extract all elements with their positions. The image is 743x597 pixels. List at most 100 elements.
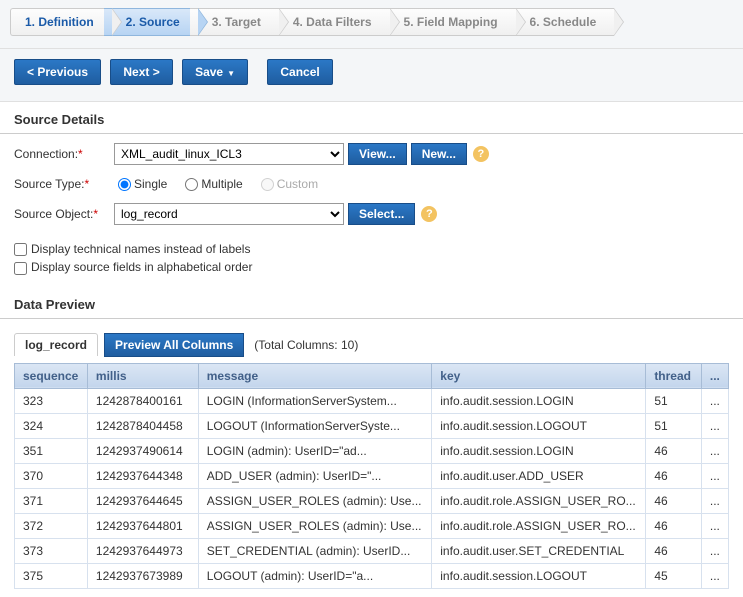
next-button[interactable]: Next > xyxy=(110,59,172,85)
cell-more: ... xyxy=(701,463,728,488)
technical-names-label: Display technical names instead of label… xyxy=(31,242,250,256)
cell-thread: 46 xyxy=(646,538,701,563)
source-type-custom-radio xyxy=(261,178,274,191)
table-row[interactable]: 3511242937490614LOGIN (admin): UserID="a… xyxy=(15,438,729,463)
cell-thread: 46 xyxy=(646,513,701,538)
step-label: 6. Schedule xyxy=(530,15,597,29)
table-header-row: sequence millis message key thread ... xyxy=(15,363,729,388)
cell-sequence: 371 xyxy=(15,488,88,513)
data-preview-table: sequence millis message key thread ... 3… xyxy=(14,363,729,589)
help-icon[interactable]: ? xyxy=(473,146,489,162)
table-row[interactable]: 3711242937644645ASSIGN_USER_ROLES (admin… xyxy=(15,488,729,513)
table-row[interactable]: 3731242937644973SET_CREDENTIAL (admin): … xyxy=(15,538,729,563)
cell-message: ASSIGN_USER_ROLES (admin): Use... xyxy=(198,488,432,513)
wizard-steps: 1. Definition 2. Source 3. Target 4. Dat… xyxy=(0,0,743,49)
step-label: 2. Source xyxy=(126,15,180,29)
step-label: 1. Definition xyxy=(25,15,94,29)
step-label: 4. Data Filters xyxy=(293,15,372,29)
cell-sequence: 372 xyxy=(15,513,88,538)
data-preview-toolbar: log_record Preview All Columns (Total Co… xyxy=(0,327,743,363)
cell-millis: 1242937644801 xyxy=(87,513,198,538)
table-row[interactable]: 3231242878400161LOGIN (InformationServer… xyxy=(15,388,729,413)
save-button[interactable]: Save xyxy=(182,59,248,85)
data-preview-title: Data Preview xyxy=(0,287,743,319)
cell-more: ... xyxy=(701,488,728,513)
cell-millis: 1242937644973 xyxy=(87,538,198,563)
cell-thread: 46 xyxy=(646,488,701,513)
alphabetical-order-checkbox[interactable] xyxy=(14,262,27,275)
cell-more: ... xyxy=(701,388,728,413)
cell-millis: 1242937673989 xyxy=(87,563,198,588)
cell-message: ADD_USER (admin): UserID="... xyxy=(198,463,432,488)
source-type-multiple-radio[interactable] xyxy=(185,178,198,191)
cell-sequence: 324 xyxy=(15,413,88,438)
col-more[interactable]: ... xyxy=(701,363,728,388)
cell-key: info.audit.user.ADD_USER xyxy=(432,463,646,488)
col-thread[interactable]: thread xyxy=(646,363,701,388)
step-label: 5. Field Mapping xyxy=(404,15,498,29)
cell-millis: 1242937490614 xyxy=(87,438,198,463)
source-details-form: Connection:* XML_audit_linux_ICL3 View..… xyxy=(0,142,743,240)
cell-message: SET_CREDENTIAL (admin): UserID... xyxy=(198,538,432,563)
cell-thread: 51 xyxy=(646,388,701,413)
cell-key: info.audit.session.LOGIN xyxy=(432,388,646,413)
cell-key: info.audit.session.LOGOUT xyxy=(432,413,646,438)
cell-key: info.audit.role.ASSIGN_USER_RO... xyxy=(432,513,646,538)
cell-more: ... xyxy=(701,413,728,438)
cell-message: LOGIN (InformationServerSystem... xyxy=(198,388,432,413)
new-connection-button[interactable]: New... xyxy=(411,143,467,165)
source-details-title: Source Details xyxy=(0,102,743,134)
table-row[interactable]: 3701242937644348ADD_USER (admin): UserID… xyxy=(15,463,729,488)
step-field-mapping[interactable]: 5. Field Mapping xyxy=(382,8,516,36)
cell-more: ... xyxy=(701,563,728,588)
cell-message: LOGOUT (InformationServerSyste... xyxy=(198,413,432,438)
preview-tab-log-record[interactable]: log_record xyxy=(14,333,98,356)
cell-more: ... xyxy=(701,438,728,463)
table-row[interactable]: 3751242937673989LOGOUT (admin): UserID="… xyxy=(15,563,729,588)
source-object-select[interactable]: log_record xyxy=(114,203,344,225)
cell-sequence: 323 xyxy=(15,388,88,413)
connection-label: Connection:* xyxy=(14,147,114,161)
col-message[interactable]: message xyxy=(198,363,432,388)
connection-select[interactable]: XML_audit_linux_ICL3 xyxy=(114,143,344,165)
col-key[interactable]: key xyxy=(432,363,646,388)
cell-millis: 1242878400161 xyxy=(87,388,198,413)
cell-more: ... xyxy=(701,513,728,538)
cancel-button[interactable]: Cancel xyxy=(267,59,332,85)
cell-thread: 46 xyxy=(646,438,701,463)
source-type-single-radio[interactable] xyxy=(118,178,131,191)
cell-sequence: 351 xyxy=(15,438,88,463)
cell-message: LOGOUT (admin): UserID="a... xyxy=(198,563,432,588)
source-type-custom-label: Custom xyxy=(277,177,318,191)
total-columns-label: (Total Columns: 10) xyxy=(254,338,358,352)
table-row[interactable]: 3721242937644801ASSIGN_USER_ROLES (admin… xyxy=(15,513,729,538)
technical-names-checkbox[interactable] xyxy=(14,243,27,256)
col-millis[interactable]: millis xyxy=(87,363,198,388)
previous-button[interactable]: < Previous xyxy=(14,59,101,85)
select-source-object-button[interactable]: Select... xyxy=(348,203,415,225)
cell-thread: 46 xyxy=(646,463,701,488)
table-row[interactable]: 3241242878404458LOGOUT (InformationServe… xyxy=(15,413,729,438)
source-object-label: Source Object:* xyxy=(14,207,114,221)
step-label: 3. Target xyxy=(212,15,261,29)
cell-thread: 45 xyxy=(646,563,701,588)
col-sequence[interactable]: sequence xyxy=(15,363,88,388)
step-definition[interactable]: 1. Definition xyxy=(10,8,112,36)
help-icon[interactable]: ? xyxy=(421,206,437,222)
cell-thread: 51 xyxy=(646,413,701,438)
cell-key: info.audit.user.SET_CREDENTIAL xyxy=(432,538,646,563)
view-connection-button[interactable]: View... xyxy=(348,143,407,165)
source-type-multiple-label: Multiple xyxy=(201,177,242,191)
alphabetical-order-label: Display source fields in alphabetical or… xyxy=(31,260,252,274)
cell-millis: 1242937644645 xyxy=(87,488,198,513)
cell-message: LOGIN (admin): UserID="ad... xyxy=(198,438,432,463)
source-type-single-label: Single xyxy=(134,177,167,191)
cell-key: info.audit.session.LOGIN xyxy=(432,438,646,463)
cell-millis: 1242878404458 xyxy=(87,413,198,438)
cell-millis: 1242937644348 xyxy=(87,463,198,488)
preview-all-columns-button[interactable]: Preview All Columns xyxy=(104,333,244,357)
cell-sequence: 375 xyxy=(15,563,88,588)
cell-key: info.audit.session.LOGOUT xyxy=(432,563,646,588)
cell-sequence: 373 xyxy=(15,538,88,563)
cell-message: ASSIGN_USER_ROLES (admin): Use... xyxy=(198,513,432,538)
